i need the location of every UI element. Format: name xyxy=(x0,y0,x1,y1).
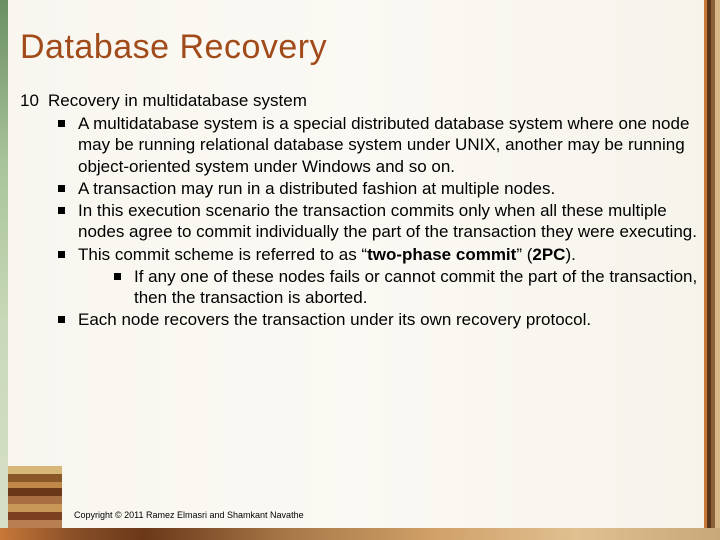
slide-title: Database Recovery xyxy=(20,28,700,67)
bullet-text: A multidatabase system is a special dist… xyxy=(78,114,689,176)
list-item: If any one of these nodes fails or canno… xyxy=(114,266,700,309)
list-item: A multidatabase system is a special dist… xyxy=(58,113,700,177)
bullet-text: This commit scheme is referred to as “ xyxy=(78,245,367,264)
list-item: In this execution scenario the transacti… xyxy=(58,200,700,243)
copyright-text: Copyright © 2011 Ramez Elmasri and Shamk… xyxy=(74,510,304,520)
section-title: Recovery in multidatabase system xyxy=(48,91,307,110)
sub-bullet-list: If any one of these nodes fails or canno… xyxy=(78,266,700,309)
bullet-list: A multidatabase system is a special dist… xyxy=(20,113,700,331)
list-item: A transaction may run in a distributed f… xyxy=(58,178,700,199)
right-decoration xyxy=(704,0,720,540)
left-decoration xyxy=(0,0,8,540)
bullet-text: Each node recovers the transaction under… xyxy=(78,310,591,329)
bullet-text: ). xyxy=(565,245,575,264)
bold-term: 2PC xyxy=(532,245,565,264)
bullet-text: A transaction may run in a distributed f… xyxy=(78,179,555,198)
section-number: 10 xyxy=(20,91,48,111)
section-heading: 10Recovery in multidatabase system xyxy=(20,91,700,111)
bullet-text: In this execution scenario the transacti… xyxy=(78,201,697,241)
bullet-text: If any one of these nodes fails or canno… xyxy=(134,267,697,307)
list-item: Each node recovers the transaction under… xyxy=(58,309,700,330)
bottom-left-decoration xyxy=(8,466,62,528)
bold-term: two-phase commit xyxy=(367,245,516,264)
bullet-text: ” ( xyxy=(516,245,532,264)
slide-content: Database Recovery 10Recovery in multidat… xyxy=(20,28,700,332)
list-item: This commit scheme is referred to as “tw… xyxy=(58,244,700,309)
bottom-decoration xyxy=(0,528,720,540)
